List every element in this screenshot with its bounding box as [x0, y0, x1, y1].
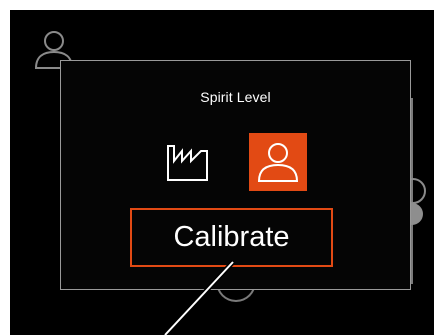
- dialog-title: Spirit Level: [200, 89, 271, 105]
- user-icon: [257, 143, 299, 182]
- factory-icon: [167, 145, 208, 181]
- user-mode-button[interactable]: [249, 133, 307, 191]
- spirit-level-dialog: Spirit Level Calibrate: [60, 60, 411, 290]
- app-screen: Spirit Level Calibrate: [10, 10, 434, 335]
- factory-mode-button[interactable]: [159, 133, 217, 191]
- calibrate-button[interactable]: Calibrate: [130, 208, 333, 267]
